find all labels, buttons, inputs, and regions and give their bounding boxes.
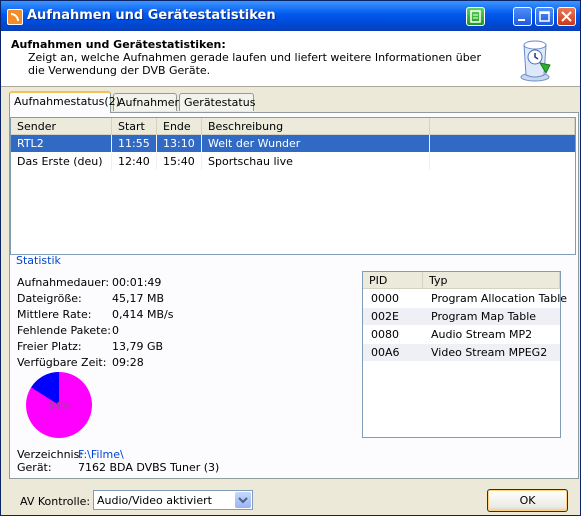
disk-usage-pie: 84%	[26, 372, 92, 438]
column-header-beschreibung[interactable]: Beschreibung	[202, 118, 430, 135]
cell-ende: 13:10	[157, 135, 202, 152]
cell-beschreibung: Welt der Wunder	[202, 135, 430, 152]
tab-panel: Sender Start Ende Beschreibung RTL2 11:5…	[9, 112, 579, 479]
pid-row[interactable]: 00A6 Video Stream MPEG2	[363, 344, 560, 361]
column-header-sender[interactable]: Sender	[11, 118, 112, 135]
directory-link[interactable]: F:\Filme\	[78, 448, 124, 461]
dropdown-button[interactable]	[235, 492, 251, 508]
footer-bar: AV Kontrolle: Audio/Video aktiviert OK	[1, 479, 580, 515]
rss-icon	[7, 9, 23, 25]
close-button[interactable]	[557, 7, 576, 26]
stat-value-aufnahmedauer: 00:01:49	[112, 276, 162, 289]
minimize-button[interactable]	[513, 7, 532, 26]
stat-label-mittlere-rate: Mittlere Rate:	[17, 308, 92, 321]
header-description: Zeigt an, welche Aufnahmen gerade laufen…	[28, 51, 481, 77]
cell-typ: Program Allocation Table	[431, 292, 568, 305]
maximize-button[interactable]	[535, 7, 554, 26]
cell-start: 12:40	[112, 153, 157, 170]
cell-pid: 0080	[371, 328, 399, 341]
recordings-list[interactable]: Sender Start Ende Beschreibung RTL2 11:5…	[10, 117, 576, 255]
window-title: Aufnahmen und Gerätestatistiken	[27, 8, 276, 23]
av-kontrolle-label: AV Kontrolle:	[20, 495, 91, 508]
device-label: Gerät:	[17, 461, 52, 474]
pid-row[interactable]: 0000 Program Allocation Table	[363, 290, 568, 307]
ok-button[interactable]: OK	[487, 489, 568, 512]
title-bar[interactable]: Aufnahmen und Gerätestatistiken	[1, 1, 580, 31]
chevron-down-icon	[238, 497, 248, 504]
maximize-icon	[539, 11, 550, 22]
pid-list[interactable]: PID Typ 0000 Program Allocation Table 00…	[362, 271, 568, 438]
minimize-icon	[518, 19, 525, 21]
stat-value-fehlende-pakete: 0	[112, 324, 119, 337]
cell-typ: Audio Stream MP2	[431, 328, 533, 341]
cell-sender: RTL2	[11, 135, 112, 152]
cell-typ: Video Stream MPEG2	[431, 346, 548, 359]
statistics-icon	[520, 40, 551, 82]
column-header-start[interactable]: Start	[112, 118, 157, 135]
recording-row[interactable]: Das Erste (deu) 12:40 15:40 Sportschau l…	[11, 153, 575, 170]
cell-pid: 00A6	[371, 346, 400, 359]
column-header-typ[interactable]: Typ	[423, 272, 560, 289]
tab-aufnahmen[interactable]: Aufnahmen	[113, 93, 182, 111]
stat-label-freier-platz: Freier Platz:	[17, 340, 82, 353]
column-header-ende[interactable]: Ende	[157, 118, 202, 135]
stat-label-dateigroesse: Dateigröße:	[17, 292, 82, 305]
stat-value-verfuegbare-zeit: 09:28	[112, 356, 144, 369]
directory-label: Verzeichnis:	[17, 448, 84, 461]
column-header-filler	[430, 118, 575, 135]
stat-label-verfuegbare-zeit: Verfügbare Zeit:	[17, 356, 107, 369]
stat-value-mittlere-rate: 0,414 MB/s	[112, 308, 174, 321]
cell-beschreibung: Sportschau live	[202, 153, 430, 170]
av-kontrolle-select[interactable]: Audio/Video aktiviert	[93, 490, 253, 510]
close-icon	[561, 11, 572, 22]
recording-row[interactable]: RTL2 11:55 13:10 Welt der Wunder	[11, 135, 575, 152]
pid-row[interactable]: 002E Program Map Table	[363, 308, 560, 325]
cell-pid: 0000	[371, 292, 399, 305]
column-header-pid[interactable]: PID	[363, 272, 423, 289]
cell-sender: Das Erste (deu)	[11, 153, 112, 170]
tab-geraetestatus[interactable]: Gerätestatus	[179, 93, 255, 111]
stat-value-dateigroesse: 45,17 MB	[112, 292, 165, 305]
cell-start: 11:55	[112, 135, 157, 152]
stat-value-freier-platz: 13,79 GB	[112, 340, 164, 353]
stat-label-fehlende-pakete: Fehlende Pakete:	[17, 324, 111, 337]
recorder-icon-button[interactable]	[466, 7, 485, 26]
window: Aufnahmen und Gerätestatistiken Aufnahme…	[0, 0, 581, 516]
stat-label-aufnahmedauer: Aufnahmedauer:	[17, 276, 110, 289]
pid-row[interactable]: 0080 Audio Stream MP2	[363, 326, 560, 343]
device-value: 7162 BDA DVBS Tuner (3)	[78, 461, 220, 474]
header-title: Aufnahmen und Gerätestatistiken:	[11, 38, 226, 51]
cell-pid: 002E	[371, 310, 399, 323]
av-kontrolle-value: Audio/Video aktiviert	[97, 494, 212, 507]
cell-ende: 15:40	[157, 153, 202, 170]
header-panel: Aufnahmen und Gerätestatistiken: Zeigt a…	[1, 31, 580, 87]
pie-label: 84%	[48, 401, 70, 412]
cell-typ: Program Map Table	[431, 310, 537, 323]
tab-aufnahmestatus[interactable]: Aufnahmestatus(2)	[9, 91, 120, 113]
recorder-icon	[470, 10, 481, 23]
statistik-heading: Statistik	[16, 254, 61, 267]
